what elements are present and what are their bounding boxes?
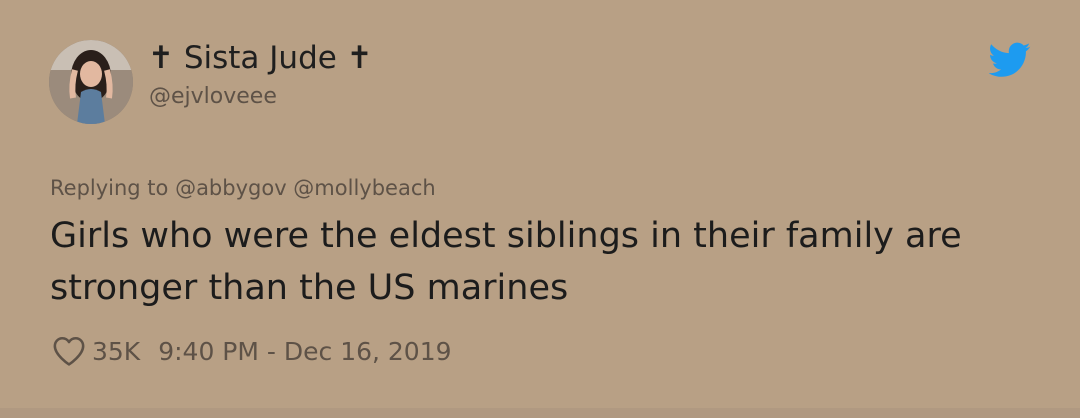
tweet-meta: 35K 9:40 PM - Dec 16, 2019 [52,331,452,371]
replying-to[interactable]: Replying to @abbygov @mollybeach [50,174,436,202]
tweet-card: ✝ Sista Jude ✝ @ejvloveee Replying to @a… [0,0,1080,418]
avatar-photo [49,40,133,124]
like-count[interactable]: 35K [92,337,140,366]
twitter-bird-icon[interactable] [989,42,1031,78]
timestamp[interactable]: 9:40 PM - Dec 16, 2019 [158,337,451,366]
divider [0,408,1080,418]
avatar[interactable] [49,40,133,124]
tweet-text: Girls who were the eldest siblings in th… [50,216,962,308]
display-name[interactable]: ✝ Sista Jude ✝ [148,38,373,78]
user-handle[interactable]: @ejvloveee [149,83,277,111]
heart-icon[interactable] [52,335,86,367]
